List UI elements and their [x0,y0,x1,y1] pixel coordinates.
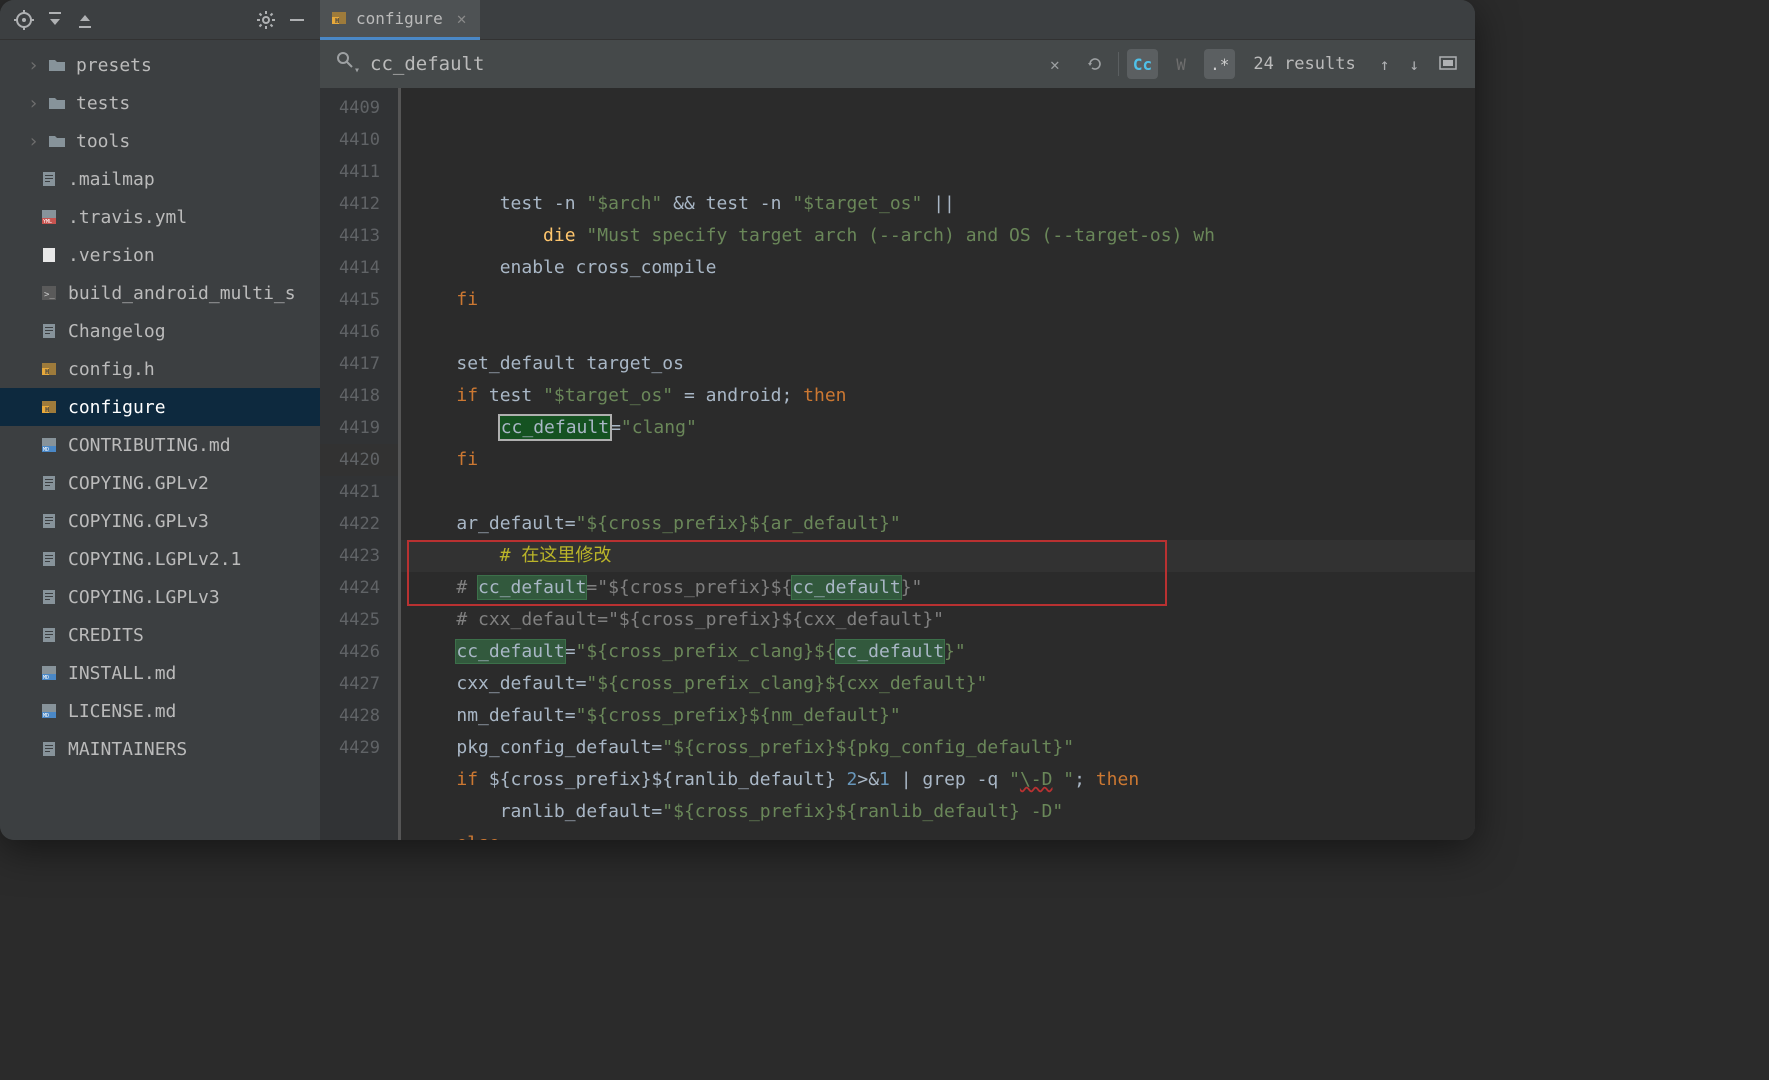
regex-button[interactable]: .* [1204,49,1235,79]
match-case-button[interactable]: Cc [1127,49,1158,79]
text-file-icon [40,588,58,606]
prev-match-icon[interactable]: ↑ [1374,55,1396,74]
results-count: 24 results [1243,54,1365,74]
h-file-icon: H [330,9,348,27]
project-tree: ›presets ›tests ›tools .mailmap YML.trav… [0,40,320,840]
tree-file[interactable]: Changelog [0,312,320,350]
text-file-icon [40,322,58,340]
code-area[interactable]: test -n "$arch" && test -n "$target_os" … [401,88,1475,840]
svg-text:YML: YML [43,219,52,225]
tree-file[interactable]: YML.travis.yml [0,198,320,236]
text-file-icon [40,512,58,530]
folder-icon [48,132,66,150]
gear-icon[interactable] [256,10,276,30]
text-file-icon [40,550,58,568]
tree-folder[interactable]: ›tools [0,122,320,160]
collapse-icon[interactable] [76,11,94,29]
yml-file-icon: YML [40,208,58,226]
clear-search-icon[interactable]: ✕ [1040,49,1070,79]
h-file-icon: H [40,360,58,378]
h-file-icon: H [40,398,58,416]
blank-file-icon [40,246,58,264]
svg-text:H: H [335,17,339,25]
tree-file[interactable]: MDINSTALL.md [0,654,320,692]
md-file-icon: MD [40,702,58,720]
whole-word-button[interactable]: W [1166,49,1196,79]
tree-folder[interactable]: ›presets [0,46,320,84]
tab-configure[interactable]: H configure ✕ [320,0,480,40]
text-file-icon [40,626,58,644]
minimize-icon[interactable] [288,11,306,29]
tree-file[interactable]: COPYING.GPLv2 [0,464,320,502]
tab-title: configure [356,9,443,28]
text-file-icon [40,170,58,188]
history-icon[interactable] [1080,49,1110,79]
tree-file[interactable]: .mailmap [0,160,320,198]
search-icon: ▾ [336,51,360,76]
svg-text:>_: >_ [44,290,55,300]
tree-file[interactable]: COPYING.LGPLv2.1 [0,540,320,578]
target-icon[interactable] [14,10,34,30]
tree-folder[interactable]: ›tests [0,84,320,122]
search-input[interactable] [370,53,1030,75]
text-file-icon [40,740,58,758]
editor[interactable]: 4409441044114412441344144415441644174418… [320,88,1475,840]
svg-text:MD: MD [43,447,49,453]
expand-icon[interactable] [46,11,64,29]
md-file-icon: MD [40,664,58,682]
svg-text:H: H [45,368,49,376]
tree-file[interactable]: COPYING.LGPLv3 [0,578,320,616]
gutter: 4409441044114412441344144415441644174418… [320,88,398,840]
select-all-icon[interactable] [1433,55,1463,74]
top-bar: H configure ✕ [0,0,1475,40]
md-file-icon: MD [40,436,58,454]
folder-icon [48,94,66,112]
svg-text:H: H [45,406,49,414]
tree-file[interactable]: COPYING.GPLv3 [0,502,320,540]
close-icon[interactable]: ✕ [457,9,467,28]
tree-file[interactable]: MDLICENSE.md [0,692,320,730]
svg-text:MD: MD [43,713,49,719]
sh-file-icon: >_ [40,284,58,302]
tree-file-selected[interactable]: Hconfigure [0,388,320,426]
tree-file[interactable]: Hconfig.h [0,350,320,388]
tree-file[interactable]: .version [0,236,320,274]
text-file-icon [40,474,58,492]
tree-file[interactable]: MDCONTRIBUTING.md [0,426,320,464]
next-match-icon[interactable]: ↓ [1403,55,1425,74]
tree-file[interactable]: MAINTAINERS [0,730,320,768]
tree-file[interactable]: >_build_android_multi_s [0,274,320,312]
folder-icon [48,56,66,74]
tree-file[interactable]: CREDITS [0,616,320,654]
svg-text:MD: MD [43,675,49,681]
find-bar: ▾ ✕ Cc W .* 24 results ↑ ↓ [320,40,1475,88]
